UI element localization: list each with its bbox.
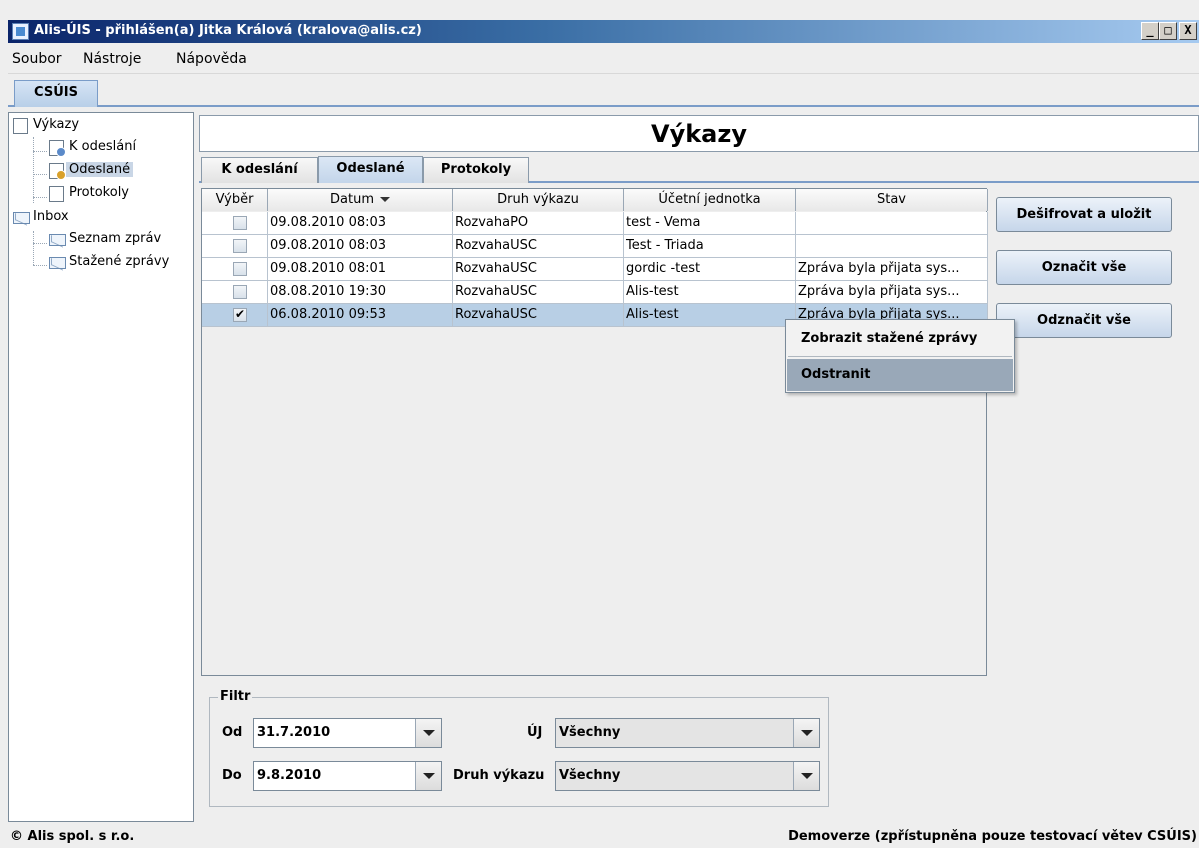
filter-legend: Filtr (218, 689, 253, 704)
app-window: Alis-ÚIS - přihlášen(a) Jitka Králová (k… (0, 0, 1199, 848)
row-checkbox[interactable] (233, 239, 247, 253)
maximize-button[interactable]: □ (1159, 22, 1177, 40)
column-datum[interactable]: Datum (268, 189, 453, 211)
menu-nastroje[interactable]: Nástroje (83, 51, 141, 67)
document-icon (49, 186, 64, 202)
tree-label: Odeslané (66, 162, 134, 177)
cell-stav (796, 235, 988, 258)
row-checkbox[interactable] (233, 262, 247, 276)
cell-datum: 09.08.2010 08:03 (268, 235, 453, 258)
cell-druh: RozvahaUSC (453, 235, 624, 258)
close-button[interactable]: X (1179, 22, 1197, 40)
column-stav[interactable]: Stav (796, 189, 988, 211)
page-title: Výkazy (199, 115, 1199, 152)
cell-datum: 08.08.2010 19:30 (268, 281, 453, 304)
menu-napoveda[interactable]: Nápověda (176, 51, 247, 67)
demo-notice: Demoverze (zpřístupněna pouze testovací … (788, 829, 1197, 844)
report-type-label: Druh výkazu (453, 768, 545, 783)
document-sent-icon (49, 163, 66, 180)
cell-datum: 09.08.2010 08:03 (268, 212, 453, 235)
table-row[interactable]: 09.08.2010 08:03 RozvahaPO test - Vema (202, 212, 988, 235)
document-icon (13, 118, 28, 134)
column-druh-vykazu[interactable]: Druh výkazu (453, 189, 624, 211)
cell-stav (796, 212, 988, 235)
context-menu: Zobrazit stažené zprávy Odstranit (785, 319, 1015, 393)
cell-stav: Zpráva byla přijata sys... (796, 258, 988, 281)
report-type-combo[interactable]: Všechny (555, 761, 820, 791)
to-label: Do (222, 768, 242, 783)
cell-jednotka: Alis-test (624, 304, 796, 327)
table-header: Výběr Datum Druh výkazu Účetní jednotka … (202, 189, 988, 211)
status-bar: © Alis spol. s r.o. Demoverze (zpřístupn… (8, 827, 1199, 848)
cell-datum: 09.08.2010 08:01 (268, 258, 453, 281)
envelope-icon (49, 234, 66, 246)
column-vyber[interactable]: Výběr (202, 189, 268, 211)
title-bar: Alis-ÚIS - přihlášen(a) Jitka Králová (k… (8, 20, 1199, 43)
app-icon (12, 23, 29, 40)
uj-label: ÚJ (527, 725, 543, 740)
window-title: Alis-ÚIS - přihlášen(a) Jitka Králová (k… (34, 23, 422, 38)
cell-druh: RozvahaPO (453, 212, 624, 235)
menu-item-remove[interactable]: Odstranit (787, 359, 1013, 391)
window-controls: _ □ X (1141, 22, 1197, 40)
row-checkbox[interactable] (233, 285, 247, 299)
copyright-text: © Alis spol. s r.o. (10, 829, 135, 844)
cell-jednotka: Alis-test (624, 281, 796, 304)
cell-jednotka: Test - Triada (624, 235, 796, 258)
tree-label: Stažené zprávy (69, 254, 170, 269)
tree-label: Výkazy (33, 117, 80, 132)
table-row[interactable]: 09.08.2010 08:03 RozvahaUSC Test - Triad… (202, 235, 988, 258)
minimize-button[interactable]: _ (1141, 22, 1159, 40)
to-date-value: 9.8.2010 (257, 768, 322, 783)
tab-k-odeslani[interactable]: K odeslání (201, 157, 318, 183)
row-checkbox[interactable] (233, 216, 247, 230)
report-tabs: K odeslání Odeslané Protokoly (199, 156, 1199, 183)
filter-panel: Filtr Od 31.7.2010 ÚJ Všechny Do 9.8.201… (209, 689, 829, 807)
envelope-icon (13, 212, 30, 224)
navigation-tree: Výkazy K odeslání Odeslané Protokoly Inb… (8, 112, 194, 822)
select-all-button[interactable]: Označit vše (996, 250, 1172, 285)
report-type-value: Všechny (559, 768, 621, 783)
menu-bar: Soubor Nástroje Nápověda (8, 44, 1199, 74)
table-row[interactable]: 09.08.2010 08:01 RozvahaUSC gordic -test… (202, 258, 988, 281)
reports-table: Výběr Datum Druh výkazu Účetní jednotka … (201, 188, 988, 676)
tree-label: Inbox (33, 209, 69, 224)
document-clock-icon (49, 140, 66, 157)
cell-druh: RozvahaUSC (453, 281, 624, 304)
sort-desc-icon (379, 197, 390, 202)
cell-druh: RozvahaUSC (453, 258, 624, 281)
tab-csuis[interactable]: CSÚIS (14, 80, 98, 107)
tab-protokoly[interactable]: Protokoly (423, 157, 529, 183)
from-date-combo[interactable]: 31.7.2010 (253, 718, 442, 748)
tree-label: Seznam zpráv (69, 231, 162, 246)
cell-jednotka: gordic -test (624, 258, 796, 281)
from-label: Od (222, 725, 243, 740)
chevron-down-icon[interactable] (415, 719, 441, 747)
uj-value: Všechny (559, 725, 621, 740)
cell-stav: Zpráva byla přijata sys... (796, 281, 988, 304)
table-row[interactable]: 08.08.2010 19:30 RozvahaUSC Alis-test Zp… (202, 281, 988, 304)
chevron-down-icon[interactable] (793, 719, 819, 747)
tab-odeslane[interactable]: Odeslané (318, 156, 423, 183)
envelope-download-icon (49, 257, 66, 269)
row-checkbox-checked[interactable]: ✔ (233, 308, 247, 322)
decrypt-save-button[interactable]: Dešifrovat a uložit (996, 197, 1172, 232)
menu-separator (788, 356, 1012, 357)
deselect-all-button[interactable]: Odznačit vše (996, 303, 1172, 338)
from-date-value: 31.7.2010 (257, 725, 331, 740)
chevron-down-icon[interactable] (415, 762, 441, 790)
cell-druh: RozvahaUSC (453, 304, 624, 327)
tree-label: K odeslání (69, 139, 137, 154)
top-tab-strip: CSÚIS (8, 80, 1199, 107)
uj-combo[interactable]: Všechny (555, 718, 820, 748)
cell-datum: 06.08.2010 09:53 (268, 304, 453, 327)
cell-jednotka: test - Vema (624, 212, 796, 235)
tree-label: Protokoly (69, 185, 129, 200)
chevron-down-icon[interactable] (793, 762, 819, 790)
column-ucetni-jednotka[interactable]: Účetní jednotka (624, 189, 796, 211)
menu-item-show-downloaded[interactable]: Zobrazit stažené zprávy (787, 323, 1013, 355)
menu-soubor[interactable]: Soubor (12, 51, 62, 67)
to-date-combo[interactable]: 9.8.2010 (253, 761, 442, 791)
